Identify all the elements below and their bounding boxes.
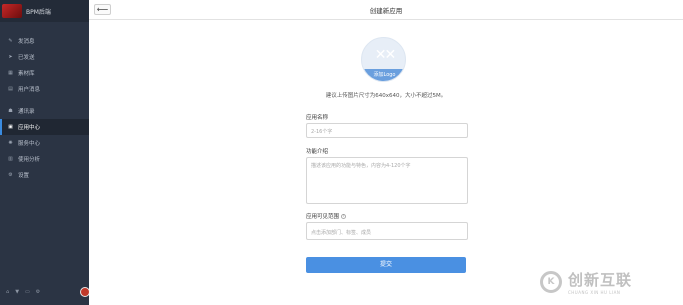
sidebar-item-label: 设置 bbox=[18, 173, 30, 179]
upload-logo-label: 添加Logo bbox=[362, 69, 405, 81]
cart-icon[interactable]: ▼ bbox=[15, 289, 19, 295]
watermark-text: 创新互联 CHUANG XIN HU LIAN bbox=[568, 269, 632, 295]
sidebar-item-library[interactable]: ▦ 素材库 bbox=[0, 65, 89, 81]
intro-label: 功能介绍 bbox=[306, 149, 329, 155]
user-msg-icon: ▤ bbox=[8, 86, 13, 92]
contacts-icon: ☗ bbox=[8, 108, 13, 114]
app-name-label: 应用名称 bbox=[306, 115, 329, 121]
scope-input[interactable]: 点击添加部门、标签、成员 bbox=[306, 222, 468, 240]
sidebar-item-settings[interactable]: ⚙ 设置 bbox=[0, 167, 89, 183]
sidebar-item-service-center[interactable]: ✺ 服务中心 bbox=[0, 135, 89, 151]
watermark-cn: 创新互联 bbox=[568, 271, 633, 289]
brand[interactable]: BPM后端 bbox=[0, 0, 89, 22]
sidebar-item-label: 服务中心 bbox=[18, 141, 41, 147]
home-icon[interactable]: ⌂ bbox=[6, 289, 9, 295]
sidebar-item-label: 通讯录 bbox=[18, 109, 35, 115]
watermark: K 创新互联 CHUANG XIN HU LIAN bbox=[540, 262, 683, 302]
sidebar-item-label: 已发送 bbox=[18, 55, 35, 61]
placeholder-logo-icon: ✕✕ bbox=[374, 47, 396, 63]
app-name-input[interactable]: 2-16个字 bbox=[306, 123, 468, 138]
library-icon: ▦ bbox=[8, 70, 13, 76]
sidebar-item-label: 用户消息 bbox=[18, 87, 41, 93]
apps-icon: ▣ bbox=[8, 124, 13, 130]
sidebar-item-label: 使用分析 bbox=[18, 157, 41, 163]
brand-name: BPM后端 bbox=[26, 8, 51, 16]
help-icon[interactable]: ? bbox=[341, 214, 347, 219]
sidebar-footer: ⌂ ▼ ▭ ⚙ bbox=[6, 287, 91, 297]
sidebar-item-contacts[interactable]: ☗ 通讯录 bbox=[0, 103, 89, 119]
header-bar: ⟵ 创建新应用 bbox=[89, 0, 683, 20]
intro-textarea[interactable]: 描述该应用的功能与特色，内容为4-120个字 bbox=[306, 157, 468, 204]
watermark-en: CHUANG XIN HU LIAN bbox=[568, 290, 621, 295]
sidebar-item-sent[interactable]: ➤ 已发送 bbox=[0, 49, 89, 65]
page-title: 创建新应用 bbox=[369, 7, 403, 15]
scope-label: 应用可见范围 bbox=[306, 214, 340, 220]
nav-group-admin: ☗ 通讯录 ▣ 应用中心 ✺ 服务中心 ▥ 使用分析 ⚙ 设置 bbox=[0, 103, 89, 183]
gear-icon[interactable]: ⚙ bbox=[36, 289, 40, 295]
sidebar: BPM后端 ✎ 发消息 ➤ 已发送 ▦ 素材库 ▤ 用户消息 ☗ 通讯录 ▣ 应… bbox=[0, 0, 91, 305]
sidebar-item-app-center[interactable]: ▣ 应用中心 bbox=[0, 119, 89, 135]
sidebar-item-label: 应用中心 bbox=[18, 125, 41, 131]
sidebar-item-user-messages[interactable]: ▤ 用户消息 bbox=[0, 81, 89, 97]
upload-hint: 建议上传图片尺寸为640x640，大小不超过5M。 bbox=[325, 93, 447, 99]
nav-group-messages: ✎ 发消息 ➤ 已发送 ▦ 素材库 ▤ 用户消息 bbox=[0, 33, 89, 97]
watermark-logo-icon: K bbox=[540, 271, 562, 293]
sidebar-item-send-message[interactable]: ✎ 发消息 bbox=[0, 33, 89, 49]
doc-icon[interactable]: ▭ bbox=[25, 289, 30, 295]
brand-logo bbox=[2, 4, 22, 18]
settings-icon: ⚙ bbox=[8, 172, 13, 178]
scope-label-row: 应用可见范围? bbox=[306, 212, 347, 220]
pencil-icon: ✎ bbox=[8, 38, 13, 44]
chart-icon: ▥ bbox=[8, 156, 13, 162]
sidebar-item-label: 素材库 bbox=[18, 71, 35, 77]
sidebar-item-usage-analysis[interactable]: ▥ 使用分析 bbox=[0, 151, 89, 167]
send-icon: ➤ bbox=[8, 54, 13, 60]
service-icon: ✺ bbox=[8, 140, 13, 146]
submit-button[interactable]: 提交 bbox=[306, 257, 466, 273]
logo-upload[interactable]: ✕✕ 添加Logo bbox=[361, 37, 406, 82]
sidebar-item-label: 发消息 bbox=[18, 39, 35, 45]
